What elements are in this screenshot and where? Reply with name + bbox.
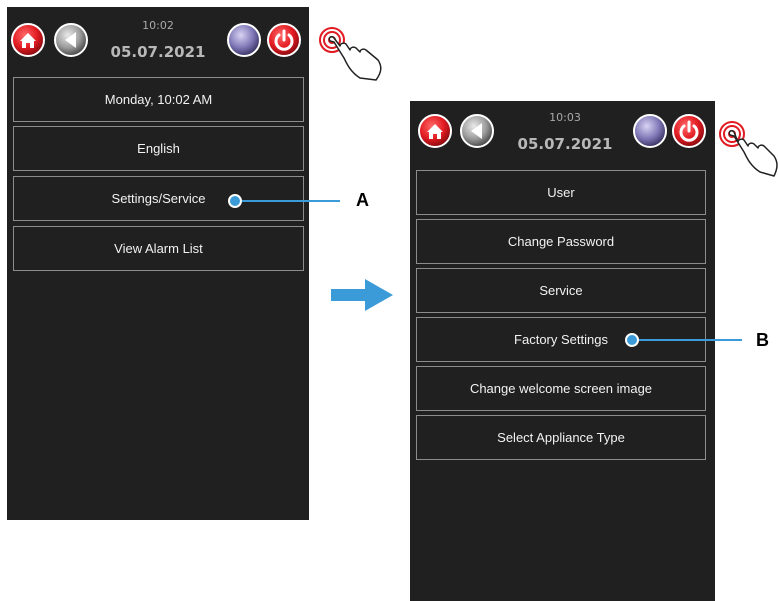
date-display: 05.07.2021 — [517, 135, 613, 153]
menu-button-service[interactable]: Service — [416, 268, 706, 313]
left-screen: 10:02 05.07.2021 Monday, 10:02 AM Englis… — [7, 7, 309, 520]
right-screen: 10:03 05.07.2021 User Change Password Se… — [410, 101, 715, 601]
menu-button-view-alarm-list[interactable]: View Alarm List — [13, 226, 304, 271]
menu-button-user[interactable]: User — [416, 170, 706, 215]
callout-b-line — [639, 339, 742, 341]
clock-time: 10:03 — [549, 111, 581, 124]
callout-b-marker — [625, 333, 639, 347]
right-arrow-icon — [331, 275, 395, 315]
menu-button-change-password[interactable]: Change Password — [416, 219, 706, 264]
menu-button-date[interactable]: Monday, 10:02 AM — [13, 77, 304, 122]
callout-b-label: B — [756, 330, 769, 350]
touch-gesture-icon — [716, 116, 778, 180]
power-icon[interactable] — [671, 113, 707, 149]
power-icon[interactable] — [266, 22, 302, 58]
moon-icon[interactable] — [226, 22, 262, 58]
callout-a-label: A — [356, 190, 369, 210]
menu-button-language[interactable]: English — [13, 126, 304, 171]
touch-gesture-icon — [316, 22, 386, 82]
menu-button-change-welcome-image[interactable]: Change welcome screen image — [416, 366, 706, 411]
back-arrow-icon[interactable] — [53, 22, 89, 58]
home-icon[interactable] — [10, 22, 46, 58]
date-display: 05.07.2021 — [110, 43, 206, 61]
menu-button-settings-service[interactable]: Settings/Service — [13, 176, 304, 221]
callout-a-marker — [228, 194, 242, 208]
clock-time: 10:02 — [142, 19, 174, 32]
home-icon[interactable] — [417, 113, 453, 149]
moon-icon[interactable] — [632, 113, 668, 149]
callout-a-line — [242, 200, 340, 202]
back-arrow-icon[interactable] — [459, 113, 495, 149]
menu-button-select-appliance-type[interactable]: Select Appliance Type — [416, 415, 706, 460]
